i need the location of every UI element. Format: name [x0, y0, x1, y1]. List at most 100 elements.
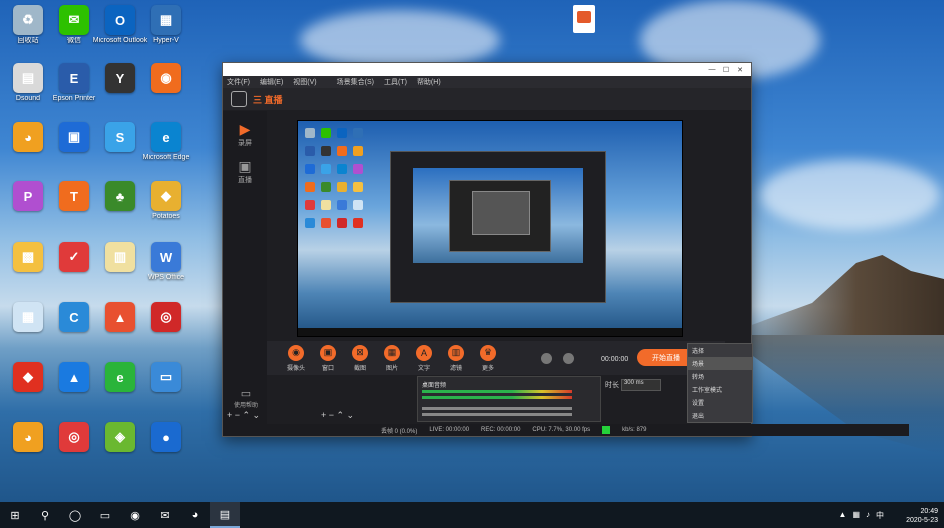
shortcut-label: Potatoes	[152, 213, 180, 220]
menu-option[interactable]: 工作室模式	[688, 383, 752, 396]
duration-input[interactable]: 300 ms	[620, 379, 661, 391]
taskbar-app[interactable]: ◯	[60, 502, 90, 528]
window-titlebar[interactable]: — ☐ ✕	[223, 63, 751, 76]
toolbar-icon: ▦	[384, 344, 400, 361]
help-button[interactable]: ▭ 使用帮助	[233, 387, 259, 409]
menu-bar: 文件(F) 编辑(E) 视图(V) 场景集合(S) 工具(T) 帮助(H)	[223, 76, 751, 88]
app-shortcut-icon: E	[59, 63, 89, 93]
menu-option[interactable]: 场景	[688, 357, 752, 370]
menu-option[interactable]: 退出	[688, 409, 752, 422]
menu-item[interactable]: 场景集合(S)	[337, 77, 374, 87]
volume-slider[interactable]	[422, 407, 572, 410]
desktop-shortcut[interactable]: e Microsoft Edge	[138, 122, 194, 162]
taskbar-app[interactable]: ◉	[120, 502, 150, 528]
app-shortcut-icon: ◆	[13, 362, 43, 392]
toolbar-icon: ♛	[480, 344, 496, 361]
session-timer: 00:00:00	[601, 356, 629, 363]
app-shortcut-icon: ◎	[59, 422, 89, 452]
system-tray: ▲ ▦ ♪ 中	[839, 510, 884, 521]
preview-canvas[interactable]	[297, 120, 683, 337]
maximize-button[interactable]: ☐	[719, 66, 733, 74]
mic-icon[interactable]	[563, 353, 574, 364]
desktop-shortcut[interactable]: ▦ Hyper-V	[138, 5, 194, 45]
app-brand: 三 直播	[253, 94, 283, 105]
toolbar-label: 截图	[353, 365, 366, 372]
desktop-shortcut[interactable]: W WPS Office	[138, 242, 194, 282]
app-shortcut-icon: ♻	[13, 5, 43, 35]
clock-date: 2020-5-23	[906, 517, 938, 524]
menu-item[interactable]: 文件(F)	[227, 77, 250, 87]
rock-island	[724, 255, 944, 335]
app-shortcut-icon: ✉	[59, 5, 89, 35]
toolbar-button[interactable]: A 文字	[413, 344, 435, 372]
sidebar-item-record[interactable]: ▶ 录屏	[223, 121, 267, 148]
toolbar-button[interactable]: ♛ 更多	[477, 344, 499, 372]
minimize-button[interactable]: —	[705, 66, 719, 73]
menu-option[interactable]: 转场	[688, 370, 752, 383]
desktop-file[interactable]	[562, 5, 606, 33]
source-controls[interactable]: + − ⌃ ⌄	[321, 410, 354, 421]
transition-duration: 时长 300 ms	[605, 379, 661, 391]
speaker-icon[interactable]	[541, 353, 552, 364]
menu-option[interactable]: 选择	[688, 344, 752, 357]
desktop-shortcut[interactable]: ◉	[138, 63, 194, 95]
record-icon: ▶	[239, 121, 251, 137]
toolbar-label: 窗口	[321, 365, 334, 372]
taskbar-app[interactable]: ⚲	[30, 502, 60, 528]
audio-meter	[422, 396, 572, 399]
status-indicator	[602, 426, 611, 434]
toolbar-icon: ▣	[320, 344, 336, 361]
app-shortcut-icon: ◉	[151, 63, 181, 93]
toolbar-button[interactable]: ▣ 窗口	[317, 344, 339, 372]
duration-label: 时长	[605, 381, 619, 389]
preview-nested-window	[449, 180, 551, 252]
dropped-frames: 丢帧 0 (0.0%)	[381, 428, 418, 435]
menu-item[interactable]: 工具(T)	[384, 77, 407, 87]
volume-icon[interactable]: ♪	[866, 510, 870, 521]
toolbar-button[interactable]: ◉ 摄像头	[285, 344, 307, 372]
app-shortcut-icon: ▣	[59, 122, 89, 152]
volume-slider[interactable]	[422, 413, 572, 416]
preview-nested-window	[390, 151, 606, 303]
clock[interactable]: 20:49 2020-5-23	[906, 507, 938, 525]
cloud	[760, 160, 940, 230]
desktop-shortcut[interactable]: ◎	[138, 302, 194, 334]
taskbar-app[interactable]: ▭	[90, 502, 120, 528]
preview-desktop-icons	[302, 125, 372, 233]
app-shortcut-icon: T	[59, 181, 89, 211]
start-button[interactable]: ⊞	[0, 502, 30, 528]
app-header: 三 直播	[223, 88, 751, 110]
desktop-shortcut[interactable]: ▭	[138, 362, 194, 394]
desktop-shortcut[interactable]: ◆ Potatoes	[138, 181, 194, 221]
close-button[interactable]: ✕	[733, 66, 747, 74]
preview-taskbar	[298, 328, 682, 336]
tray-icon[interactable]: ▲	[839, 510, 847, 521]
toolbar-button[interactable]: ▥ 滤镜	[445, 344, 467, 372]
taskbar-app[interactable]: ◕	[180, 502, 210, 528]
app-shortcut-icon: ●	[151, 422, 181, 452]
toolbar-button[interactable]: ▦ 图片	[381, 344, 403, 372]
sidebar-item-live[interactable]: ▣ 直播	[223, 158, 267, 185]
app-shortcut-icon: C	[59, 302, 89, 332]
app-shortcut-icon: ◕	[13, 422, 43, 452]
taskbar-app[interactable]: ✉	[150, 502, 180, 528]
app-logo-icon	[231, 91, 247, 107]
menu-item[interactable]: 编辑(E)	[260, 77, 283, 87]
menu-option[interactable]: 设置	[688, 396, 752, 409]
shortcut-label: WPS Office	[147, 274, 185, 281]
toolbar-button[interactable]: ⊠ 截图	[349, 344, 371, 372]
app-shortcut-icon: ♣	[105, 181, 135, 211]
app-shortcut-icon: ◎	[151, 302, 181, 332]
input-method-icon[interactable]: 中	[876, 510, 884, 521]
app-shortcut-icon: ▦	[13, 302, 43, 332]
app-shortcut-icon: ▲	[105, 302, 135, 332]
taskbar-app[interactable]: ▤	[210, 502, 240, 528]
network-icon[interactable]: ▦	[852, 510, 860, 521]
desktop-shortcut[interactable]: ●	[138, 422, 194, 454]
streaming-app-window[interactable]: — ☐ ✕ 文件(F) 编辑(E) 视图(V) 场景集合(S) 工具(T) 帮助(H) 三…	[222, 62, 909, 437]
app-shortcut-icon: e	[105, 362, 135, 392]
menu-item[interactable]: 视图(V)	[293, 77, 316, 87]
scene-controls[interactable]: + − ⌃ ⌄	[227, 410, 260, 421]
menu-item[interactable]: 帮助(H)	[417, 77, 441, 87]
rec-time: REC: 00:00:00	[481, 427, 521, 433]
